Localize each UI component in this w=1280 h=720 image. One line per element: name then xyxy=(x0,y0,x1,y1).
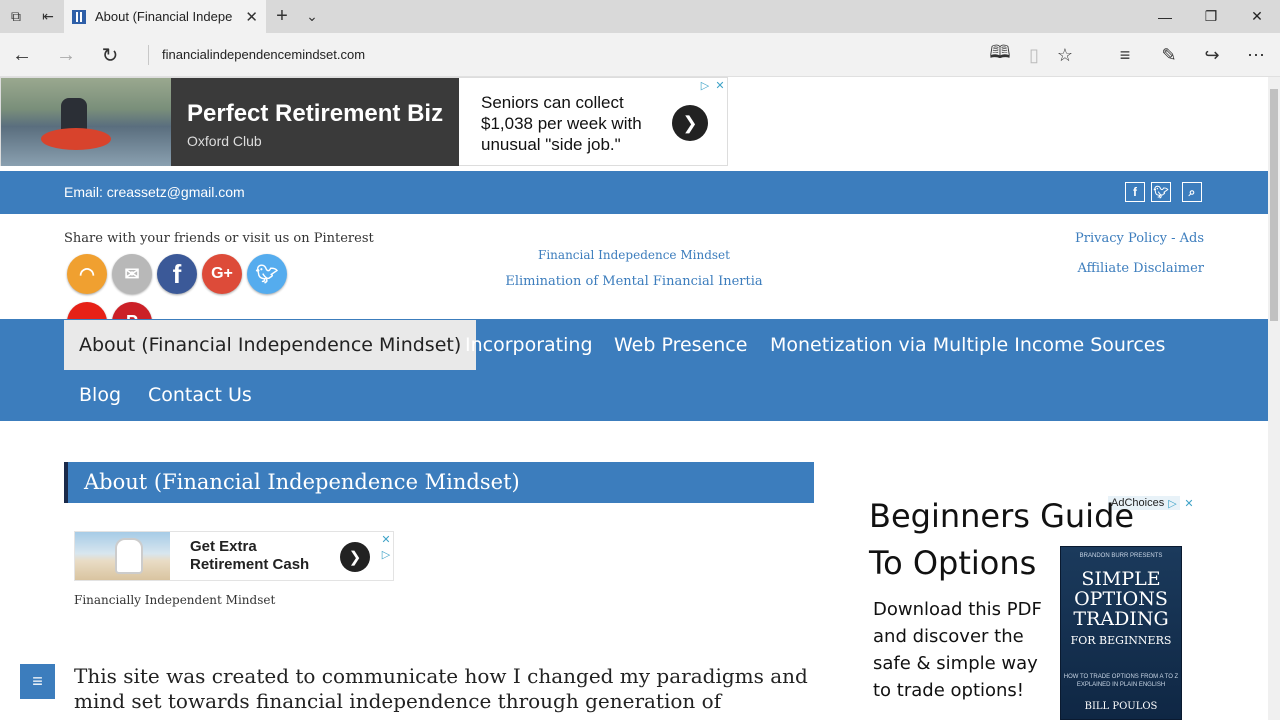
set-aside-tabs-icon[interactable]: ⇤ xyxy=(32,0,64,33)
back-arrow-icon[interactable]: ← xyxy=(0,33,44,77)
contact-email[interactable]: Email: creassetz@gmail.com xyxy=(64,184,245,200)
ad-kayak-shape xyxy=(41,128,111,150)
affiliate-disclaimer-link[interactable]: Affiliate Disclaimer xyxy=(1077,261,1204,276)
ad-copy: Seniors can collect $1,038 per week with… xyxy=(481,93,642,154)
ad-kayak-image xyxy=(1,78,171,166)
menu-item-monetization[interactable]: Monetization via Multiple Income Sources xyxy=(755,320,1180,370)
tab-close-icon[interactable]: ✕ xyxy=(245,8,258,26)
book-cover-image[interactable]: BRANDON BURR PRESENTS SIMPLE OPTIONS TRA… xyxy=(1060,546,1182,720)
new-tab-icon[interactable]: + xyxy=(266,0,298,33)
inline-adchoices-icon[interactable]: ▷ xyxy=(379,547,393,561)
ad-headline: Perfect Retirement Biz xyxy=(187,100,444,127)
hub-icon[interactable]: ≡ xyxy=(1105,33,1145,77)
adchoices-arrow-icon: ▷ xyxy=(1168,497,1177,510)
menu-item-web-presence[interactable]: Web Presence xyxy=(599,320,762,370)
sidebar-ad-copy[interactable]: Download this PDF and discover the safe … xyxy=(873,596,1053,704)
tab-manager-icon[interactable]: ⧉ xyxy=(0,0,32,33)
facebook-icon[interactable]: f xyxy=(1125,182,1145,202)
twitter-icon[interactable]: 🐦︎ xyxy=(1151,182,1171,202)
menu-item-contact[interactable]: Contact Us xyxy=(133,370,267,420)
floating-menu-icon[interactable]: ≡ xyxy=(20,664,55,699)
address-bar[interactable]: financialindependencemindset.com xyxy=(162,47,365,62)
inline-ad-arrow-icon[interactable]: ❯ xyxy=(340,542,370,572)
menu-item-blog[interactable]: Blog xyxy=(64,370,136,420)
article-title-bar: About (Financial Independence Mindset) xyxy=(64,462,814,503)
book-description: HOW TO TRADE OPTIONS FROM A TO Z EXPLAIN… xyxy=(1063,674,1179,688)
ad-close-icon[interactable]: ✕ xyxy=(713,78,727,92)
minimize-icon[interactable]: — xyxy=(1142,0,1188,33)
more-icon[interactable]: ⋯ xyxy=(1236,33,1276,77)
address-separator xyxy=(148,45,149,65)
menu-item-incorporating[interactable]: Incorporating xyxy=(450,320,608,370)
tab-title: About (Financial Indepe xyxy=(95,9,233,24)
adchoices-icon[interactable]: ▷ xyxy=(698,78,712,92)
ad-arrow-icon[interactable]: ❯ xyxy=(672,105,708,141)
book-top-text: BRANDON BURR PRESENTS xyxy=(1079,553,1163,559)
image-caption: Financially Independent Mindset xyxy=(74,593,276,607)
privacy-policy-link[interactable]: Privacy Policy - Ads xyxy=(1075,231,1204,246)
search-icon[interactable]: ⌕ xyxy=(1182,182,1202,202)
site-favicon-icon xyxy=(72,9,86,24)
inline-ad-close-icon[interactable]: ✕ xyxy=(379,532,393,546)
sidebar-ad-close-icon[interactable]: ✕ xyxy=(1182,496,1196,510)
page-scrollbar[interactable] xyxy=(1268,77,1280,720)
site-title[interactable]: Financial Indepedence Mindset xyxy=(0,248,1268,262)
inline-ad-copy: Get Extra Retirement Cash xyxy=(190,538,310,573)
sidebar-ad-headline-1[interactable]: Beginners Guide xyxy=(869,497,1134,535)
site-tagline: Elimination of Mental Financial Inertia xyxy=(505,274,763,289)
tab-about[interactable]: About (Financial Indepe ✕ xyxy=(64,0,266,33)
inline-ad[interactable]: Get Extra Retirement Cash ❯ ✕ ▷ xyxy=(74,531,394,581)
ad-paddler-shape xyxy=(61,98,87,132)
restore-icon[interactable]: ❐ xyxy=(1188,0,1234,33)
book-title: SIMPLE OPTIONS TRADING xyxy=(1073,568,1169,630)
sidebar-ad-headline-2[interactable]: To Options xyxy=(869,544,1036,582)
book-author: BILL POULOS xyxy=(1084,701,1158,712)
inline-ad-image xyxy=(75,532,170,580)
title-bar: ⧉ ⇤ About (Financial Indepe ✕ + ⌄ — ❐ ✕ xyxy=(0,0,1280,33)
ad-advertiser: Oxford Club xyxy=(187,133,262,149)
book-subtitle: FOR BEGINNERS xyxy=(1070,634,1172,647)
article-title: About (Financial Independence Mindset) xyxy=(84,470,520,494)
share-icon[interactable]: ↪ xyxy=(1192,33,1232,77)
top-banner-ad[interactable]: Perfect Retirement Biz Oxford Club Senio… xyxy=(0,77,728,166)
web-note-icon[interactable]: ✎ xyxy=(1149,33,1189,77)
refresh-icon[interactable]: ↻ xyxy=(88,33,132,77)
inline-ad-person-shape xyxy=(115,538,143,574)
scrollbar-thumb[interactable] xyxy=(1270,89,1278,321)
contact-bar: Email: creassetz@gmail.com f 🐦︎ ⌕ xyxy=(0,171,1268,214)
forward-arrow-icon[interactable]: → xyxy=(44,33,88,77)
web-page: Perfect Retirement Biz Oxford Club Senio… xyxy=(0,77,1268,720)
main-menu: About (Financial Independence Mindset) I… xyxy=(0,319,1268,421)
navigation-bar: ← → ↻ financialindependencemindset.com 🕮… xyxy=(0,33,1280,77)
article-body: This site was created to communicate how… xyxy=(74,664,808,713)
tab-list-chevron-icon[interactable]: ⌄ xyxy=(296,0,328,33)
close-window-icon[interactable]: ✕ xyxy=(1234,0,1280,33)
favorite-star-icon[interactable]: ☆ xyxy=(1045,33,1085,77)
share-text: Share with your friends or visit us on P… xyxy=(64,231,374,246)
menu-item-about[interactable]: About (Financial Independence Mindset) xyxy=(64,320,477,370)
